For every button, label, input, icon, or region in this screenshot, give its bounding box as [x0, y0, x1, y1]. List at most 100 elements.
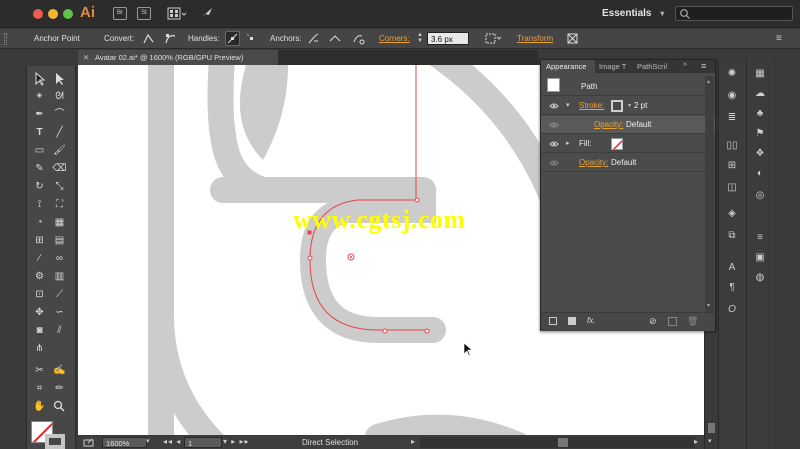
- anchor-point[interactable]: [424, 328, 430, 334]
- brushes-panel-icon[interactable]: ⚑: [753, 127, 767, 141]
- paragraph-panel-icon[interactable]: ¶: [725, 281, 739, 295]
- convert-to-smooth-button[interactable]: [163, 31, 178, 46]
- connect-endpoints-button[interactable]: [328, 31, 343, 46]
- horizontal-scrollbar[interactable]: [420, 437, 695, 448]
- control-panel-menu-icon[interactable]: ≡: [776, 33, 790, 45]
- opacity-label[interactable]: Opacity:: [579, 158, 608, 167]
- isolate-object-button[interactable]: [565, 31, 580, 46]
- mesh-tool-icon[interactable]: ⊞: [32, 233, 47, 248]
- transform-panel-icon[interactable]: ⊞: [725, 159, 739, 173]
- anchor-point[interactable]: [382, 328, 388, 334]
- perspective-grid-tool-icon[interactable]: ▦: [52, 215, 67, 230]
- crop-tool-icon[interactable]: ⌗: [32, 381, 47, 396]
- stroke-color-swatch[interactable]: [611, 100, 623, 112]
- panel-menu-icon[interactable]: ≡: [701, 61, 706, 71]
- zoom-level-field[interactable]: 1600%: [102, 437, 147, 448]
- tab-pathscribe[interactable]: PathScril: [637, 60, 681, 73]
- fill-expand-triangle-icon[interactable]: ▸: [566, 139, 570, 147]
- tab-appearance[interactable]: Appearance: [541, 60, 595, 73]
- vertical-scroll-thumb[interactable]: [708, 423, 715, 433]
- color-guide-icon[interactable]: ◉: [725, 89, 739, 103]
- artboard-tool-icon[interactable]: ⊡: [32, 287, 47, 302]
- transform-link[interactable]: Transform: [517, 34, 553, 43]
- libraries-panel-icon[interactable]: ☁: [753, 87, 767, 101]
- gradient-swatch-icon[interactable]: ▣: [753, 251, 767, 265]
- artboards-panel-icon[interactable]: ⧉: [725, 229, 739, 243]
- stroke-weight-value[interactable]: 2 pt: [634, 101, 647, 110]
- panel-scroll-down-icon[interactable]: ▾: [707, 302, 710, 309]
- art-eye-shape[interactable]: [239, 65, 288, 160]
- pencil-tool-icon[interactable]: ✏: [52, 381, 67, 396]
- horizontal-scroll-thumb[interactable]: [558, 438, 568, 447]
- opacity-row[interactable]: Opacity: Default: [541, 154, 715, 172]
- scissors-tool-icon[interactable]: ✂: [32, 363, 47, 378]
- slice-tool-icon[interactable]: ⟋: [52, 287, 67, 302]
- add-effect-icon[interactable]: fx.: [587, 316, 595, 325]
- gpu-performance-icon[interactable]: [199, 6, 214, 21]
- line-segment-tool-icon[interactable]: ╱: [52, 125, 67, 140]
- gradient-panel-icon[interactable]: ◐: [753, 167, 767, 181]
- bridge-icon[interactable]: Br: [113, 7, 127, 20]
- corners-link[interactable]: Corners:: [379, 34, 410, 43]
- close-window-button[interactable]: [33, 9, 43, 19]
- remove-anchor-button[interactable]: [306, 31, 321, 46]
- opentype-panel-icon[interactable]: O: [725, 303, 739, 317]
- status-menu-icon[interactable]: ▸: [411, 437, 415, 446]
- share-icon[interactable]: [83, 438, 95, 447]
- live-paint-tool-icon[interactable]: ◙: [32, 323, 47, 338]
- layers-panel-icon[interactable]: ◈: [725, 207, 739, 221]
- minimize-window-button[interactable]: [48, 9, 58, 19]
- convert-to-corner-button[interactable]: [141, 31, 156, 46]
- artboard-next-last-icon[interactable]: ▾ ▸ ▸▸: [223, 437, 250, 446]
- fill-visibility-eye-icon[interactable]: [549, 139, 559, 149]
- stroke-swatch-dropdown-icon[interactable]: ▾: [628, 102, 631, 109]
- panel-more-tabs-icon[interactable]: »: [683, 61, 687, 68]
- lasso-tool-icon[interactable]: ᘛ: [52, 89, 67, 104]
- stroke-row[interactable]: ▾ Stroke: ▾ 2 pt: [541, 97, 715, 115]
- blend-tool-icon[interactable]: ∞: [52, 251, 67, 266]
- fill-none-swatch[interactable]: [611, 138, 623, 150]
- scroll-right-icon[interactable]: ▸: [694, 437, 698, 446]
- pathfinder-icon[interactable]: ◫: [725, 181, 739, 195]
- workspace-switcher[interactable]: Essentials ▾: [602, 8, 664, 19]
- rectangle-tool-icon[interactable]: ▭: [32, 143, 47, 158]
- panel-scroll-up-icon[interactable]: ▴: [707, 78, 710, 85]
- show-handles-button[interactable]: [225, 31, 240, 46]
- add-stroke-icon[interactable]: [549, 317, 557, 325]
- paintbrush-tool-icon[interactable]: 🖌: [52, 143, 67, 158]
- tab-image-trace[interactable]: Image T: [599, 60, 635, 73]
- scroll-down-icon[interactable]: ▾: [708, 437, 712, 445]
- panel-scrollbar[interactable]: ▴ ▾: [705, 76, 714, 312]
- graphic-styles-icon[interactable]: ❖: [753, 147, 767, 161]
- artboard-first-prev-icon[interactable]: ◂◂ ◂: [163, 437, 181, 446]
- arrange-documents-icon[interactable]: [167, 6, 187, 21]
- stroke-panel-icon[interactable]: ≣: [725, 111, 739, 125]
- tab-avatar-02[interactable]: ✕ Avatar 02.ai* @ 1600% (RGB/GPU Preview…: [78, 50, 278, 65]
- zoom-dropdown-icon[interactable]: ▾: [146, 437, 154, 448]
- fill-row[interactable]: ▸ Fill:: [541, 135, 715, 153]
- bristle-brush-icon[interactable]: ⋔: [32, 341, 47, 356]
- pen-tool-icon[interactable]: ✒: [32, 107, 47, 122]
- delete-item-icon[interactable]: 🗑: [687, 316, 698, 327]
- curvature-tool-icon[interactable]: ⌒: [52, 107, 67, 122]
- opacity-eye-icon[interactable]: [549, 158, 559, 168]
- zoom-window-button[interactable]: [63, 9, 73, 19]
- character-panel-icon[interactable]: A: [725, 261, 739, 275]
- duplicate-item-icon[interactable]: [668, 317, 677, 326]
- artboard-number-field[interactable]: 1: [184, 437, 222, 448]
- direct-selection-tool-icon[interactable]: [52, 71, 67, 86]
- warp-tool-icon[interactable]: ∽: [52, 305, 67, 320]
- knife-tool-icon[interactable]: ⫽: [52, 323, 67, 338]
- blob-brush-tool-icon[interactable]: ✍: [52, 363, 67, 378]
- stroke-expand-triangle-icon[interactable]: ▾: [566, 101, 570, 109]
- hide-handles-button[interactable]: [244, 31, 259, 46]
- search-stock-input[interactable]: [675, 6, 793, 21]
- add-fill-icon[interactable]: [568, 317, 576, 325]
- eyedropper-tool-icon[interactable]: ⁄: [32, 251, 47, 266]
- symbols-panel-icon[interactable]: ♣: [753, 107, 767, 121]
- current-tool-status[interactable]: Direct Selection: [302, 438, 358, 447]
- menu-lines-icon[interactable]: ≡: [753, 231, 767, 245]
- stock-icon[interactable]: St: [137, 7, 151, 20]
- rotate-tool-icon[interactable]: ↻: [32, 179, 47, 194]
- selection-tool-icon[interactable]: [32, 71, 47, 86]
